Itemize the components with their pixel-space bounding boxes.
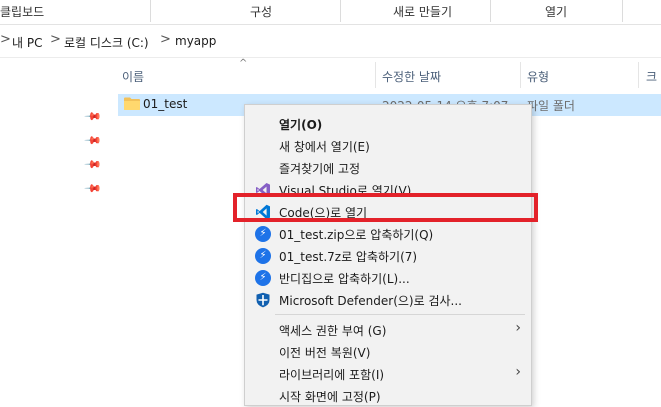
menu-item-label: Microsoft Defender(으)로 검사...	[279, 294, 462, 308]
ribbon-divider	[622, 0, 623, 22]
highlight-annotation-box	[233, 193, 538, 222]
menu-item-label: 시작 화면에 고정(P)	[279, 390, 381, 404]
menu-item-defender-scan[interactable]: Microsoft Defender(으)로 검사...	[245, 289, 531, 311]
sort-ascending-icon: ^	[239, 58, 248, 69]
pin-icon: 📌	[83, 107, 103, 126]
menu-item-restore-previous[interactable]: 이전 버전 복원(V)	[245, 341, 531, 363]
menu-item-pin-start[interactable]: 시작 화면에 고정(P)	[245, 385, 531, 407]
breadcrumb-myapp[interactable]: myapp	[175, 34, 216, 48]
breadcrumb-chevron-icon[interactable]: >	[50, 32, 61, 47]
file-type: 파일 폴더	[527, 99, 575, 113]
breadcrumb-chevron-icon[interactable]: >	[0, 32, 11, 47]
submenu-arrow-icon: ›	[515, 364, 521, 380]
column-divider[interactable]	[520, 62, 521, 88]
menu-item-label: 액세스 권한 부여 (G)	[279, 324, 387, 338]
menu-item-label: 열기(O)	[279, 118, 323, 132]
ribbon-divider	[490, 0, 491, 22]
menu-item-open-new-window[interactable]: 새 창에서 열기(E)	[245, 135, 531, 157]
ribbon-group-clipboard: 클립보드	[0, 5, 45, 19]
column-header-size[interactable]: 크	[646, 68, 657, 85]
menu-item-open[interactable]: 열기(O)	[245, 113, 531, 135]
breadcrumb-this-pc[interactable]: 내 PC	[12, 34, 42, 51]
pin-icon: 📌	[83, 131, 103, 150]
submenu-arrow-icon: ›	[515, 320, 521, 336]
defender-shield-icon	[256, 292, 270, 308]
column-divider[interactable]	[375, 62, 376, 88]
ribbon-group-organize: 구성	[250, 5, 273, 19]
menu-item-compress-7z[interactable]: ⚡ 01_test.7z로 압축하기(7)	[245, 245, 531, 267]
menu-item-label: 01_test.zip으로 압축하기(Q)	[279, 228, 434, 242]
context-menu: 열기(O) 새 창에서 열기(E) 즐겨찾기에 고정 Visual Studio…	[244, 104, 532, 406]
menu-item-compress-bandizip[interactable]: ⚡ 반디집으로 압축하기(L)...	[245, 267, 531, 289]
folder-icon	[124, 97, 140, 110]
menu-item-pin-quick-access[interactable]: 즐겨찾기에 고정	[245, 157, 531, 179]
menu-item-label: 새 창에서 열기(E)	[279, 140, 370, 154]
bandizip-icon: ⚡	[255, 270, 271, 286]
menu-item-label: 01_test.7z로 압축하기(7)	[279, 250, 418, 264]
ribbon-group-new: 새로 만들기	[393, 5, 453, 19]
column-divider[interactable]	[638, 62, 639, 88]
bandizip-icon: ⚡	[255, 226, 271, 242]
ribbon-group-open: 열기	[545, 5, 568, 19]
menu-item-label: 이전 버전 복원(V)	[279, 346, 371, 360]
menu-item-label: 즐겨찾기에 고정	[279, 162, 361, 176]
column-header-name[interactable]: 이름	[122, 68, 144, 85]
address-bar[interactable]: > 내 PC > 로컬 디스크 (C:) > myapp	[0, 29, 661, 58]
column-header-date-modified[interactable]: 수정한 날짜	[382, 68, 441, 85]
bandizip-icon: ⚡	[255, 248, 271, 264]
menu-separator	[275, 314, 525, 315]
ribbon-divider	[340, 0, 341, 22]
menu-item-label: 라이브러리에 포함(I)	[279, 368, 385, 382]
breadcrumb-local-disk[interactable]: 로컬 디스크 (C:)	[64, 34, 149, 51]
file-name[interactable]: 01_test	[143, 97, 187, 111]
pin-icon: 📌	[83, 179, 103, 198]
menu-item-label: 반디집으로 압축하기(L)...	[279, 272, 410, 286]
menu-item-give-access[interactable]: 액세스 권한 부여 (G) ›	[245, 319, 531, 341]
menu-item-include-library[interactable]: 라이브러리에 포함(I) ›	[245, 363, 531, 385]
column-header-type[interactable]: 유형	[527, 68, 549, 85]
breadcrumb-chevron-icon[interactable]: >	[160, 32, 171, 47]
ribbon-divider	[150, 0, 151, 22]
pin-icon: 📌	[83, 155, 103, 174]
menu-item-compress-zip[interactable]: ⚡ 01_test.zip으로 압축하기(Q)	[245, 223, 531, 245]
ribbon-group-labels: 클립보드 구성 새로 만들기 열기	[0, 0, 661, 25]
